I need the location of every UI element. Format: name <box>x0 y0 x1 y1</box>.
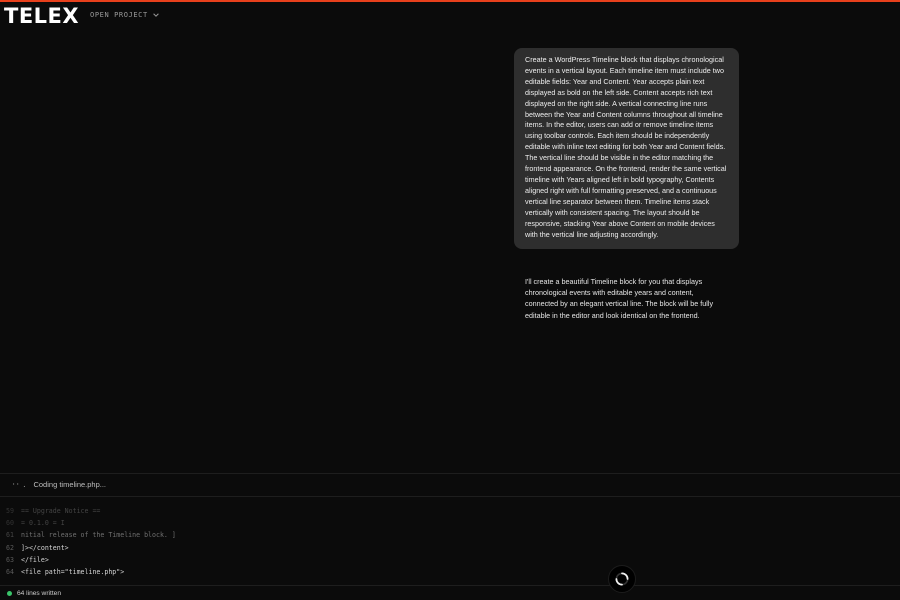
code-line: 61 nitial release of the Timeline block. … <box>6 529 606 541</box>
line-number: 63 <box>6 555 14 564</box>
line-number: 62 <box>6 543 14 552</box>
app-header: TELEX OPEN PROJECT <box>0 2 900 30</box>
assistant-message-text: I'll create a beautiful Timeline block f… <box>525 277 714 320</box>
divider <box>0 496 900 497</box>
assistant-message: I'll create a beautiful Timeline block f… <box>525 276 725 321</box>
code-line: 64 <file path="timeline.php"> <box>6 566 606 578</box>
user-message-bubble: Create a WordPress Timeline block that d… <box>514 48 739 250</box>
loading-spinner-button[interactable] <box>608 565 636 593</box>
line-number: 64 <box>6 568 14 577</box>
coding-status: ⠐⠂. Coding timeline.php... <box>10 480 106 489</box>
divider <box>0 585 900 586</box>
user-message-text: Create a WordPress Timeline block that d… <box>525 55 727 239</box>
code-text: == Upgrade Notice == <box>21 507 101 515</box>
status-text: Coding timeline.php... <box>33 480 107 489</box>
open-project-label: OPEN PROJECT <box>90 11 148 19</box>
app-logo[interactable]: TELEX <box>4 5 79 27</box>
code-stream: 59 == Upgrade Notice == 60 = 0.1.0 = I 61 nit… <box>6 505 606 578</box>
status-dot-icon <box>7 591 12 596</box>
line-number: 59 <box>6 507 14 515</box>
status-spinner-icon: ⠐⠂. <box>10 480 28 489</box>
code-text: nitial release of the Timeline block. ] <box>21 531 176 540</box>
code-line: 62 ]></content> <box>6 542 606 554</box>
line-number: 60 <box>6 519 14 528</box>
chevron-down-icon <box>153 13 159 17</box>
open-project-menu[interactable]: OPEN PROJECT <box>90 11 160 19</box>
code-line: 59 == Upgrade Notice == <box>6 505 606 517</box>
code-text: = 0.1.0 = I <box>21 519 65 528</box>
code-text: ]></content> <box>21 543 69 552</box>
footer-status: 64 lines written <box>7 590 61 597</box>
code-line: 60 = 0.1.0 = I <box>6 517 606 529</box>
line-number: 61 <box>6 531 14 540</box>
code-text: <file path="timeline.php"> <box>21 568 125 577</box>
divider <box>0 473 900 474</box>
loading-spinner-icon <box>615 572 629 586</box>
lines-written-text: 64 lines written <box>17 590 61 597</box>
code-text: </file> <box>21 555 49 564</box>
code-line: 63 </file> <box>6 554 606 566</box>
